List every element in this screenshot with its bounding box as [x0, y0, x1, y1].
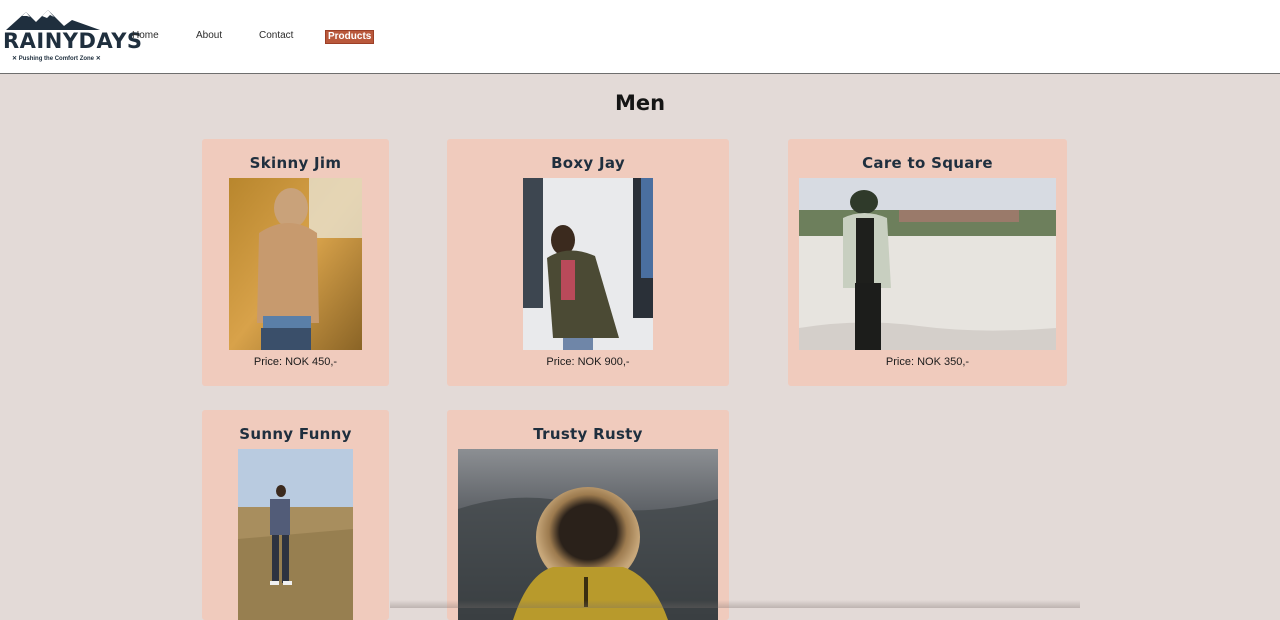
product-title[interactable]: Skinny Jim: [202, 154, 389, 172]
product-title[interactable]: Sunny Funny: [202, 425, 389, 443]
product-title[interactable]: Trusty Rusty: [447, 425, 729, 443]
product-image[interactable]: [458, 449, 718, 620]
product-image[interactable]: [523, 178, 653, 350]
nav-products-link[interactable]: Products: [325, 30, 375, 44]
product-image[interactable]: [238, 449, 353, 620]
product-price: Price: NOK 450,-: [253, 356, 338, 368]
brand-name: RAINYDAYS: [3, 29, 143, 53]
nav-about-link[interactable]: About: [196, 30, 222, 42]
page-title: Men: [614, 91, 666, 115]
product-card[interactable]: Skinny Jim Price: NOK 450,-: [202, 139, 389, 386]
brand-tagline: ✕ Pushing the Comfort Zone ✕: [12, 56, 101, 62]
product-image[interactable]: [229, 178, 362, 350]
product-card[interactable]: Care to Square Price: NOK 350,-: [788, 139, 1067, 386]
product-title[interactable]: Care to Square: [788, 154, 1067, 172]
nav-contact-link[interactable]: Contact: [259, 30, 293, 42]
product-title[interactable]: Boxy Jay: [447, 154, 729, 172]
product-card[interactable]: Boxy Jay Price: NOK 900,-: [447, 139, 729, 386]
brand-logo[interactable]: RAINYDAYS ✕ Pushing the Comfort Zone ✕: [2, 8, 143, 64]
product-price: Price: NOK 350,-: [885, 356, 970, 368]
product-card[interactable]: Sunny Funny: [202, 410, 389, 620]
product-card[interactable]: Trusty Rusty: [447, 410, 729, 620]
product-image[interactable]: [799, 178, 1056, 350]
bottom-shadow: [390, 600, 1080, 608]
site-header: RAINYDAYS ✕ Pushing the Comfort Zone ✕ H…: [0, 0, 1280, 74]
product-price: Price: NOK 900,-: [546, 356, 630, 368]
nav-home-link[interactable]: Home: [132, 30, 159, 42]
